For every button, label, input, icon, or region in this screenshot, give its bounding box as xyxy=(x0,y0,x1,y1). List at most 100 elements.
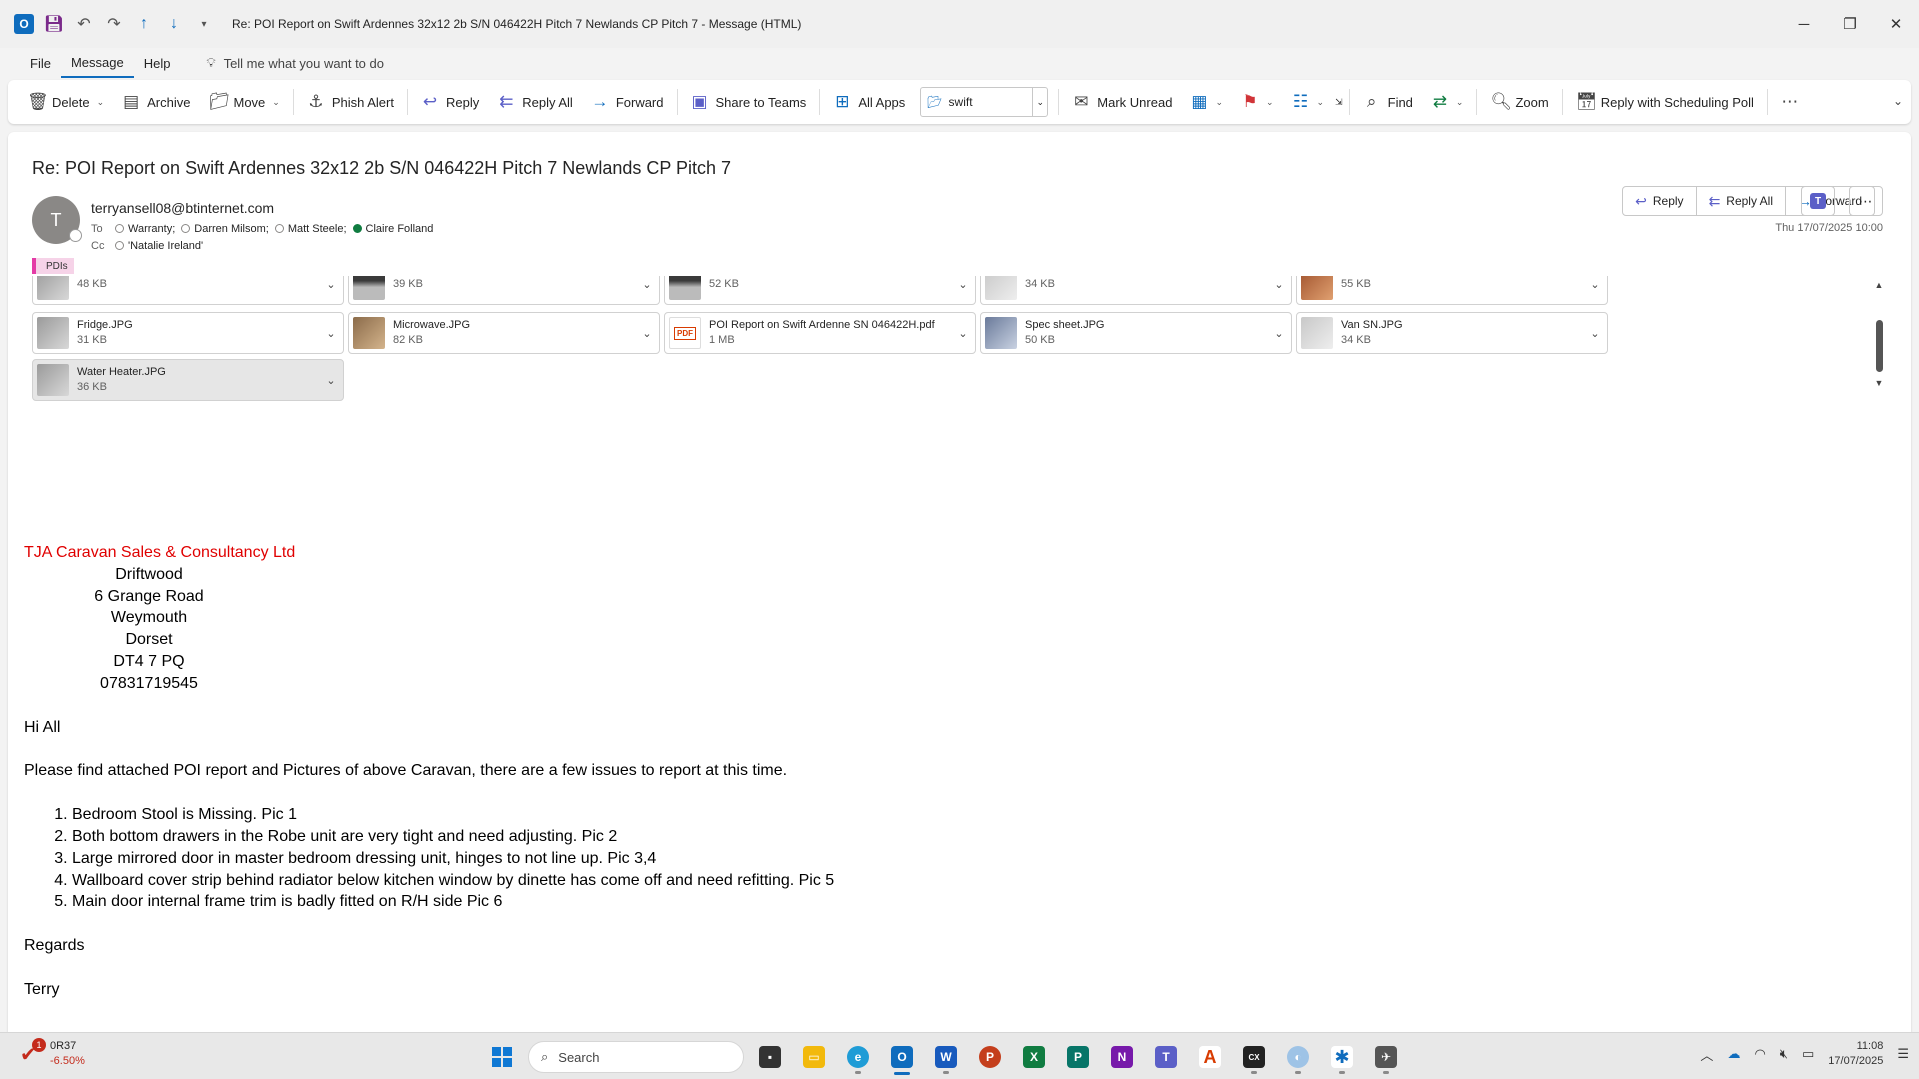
category-tag[interactable]: PDIs xyxy=(32,258,74,274)
taskbar-acrobat[interactable]: A xyxy=(1192,1039,1228,1075)
taskbar-terminal[interactable]: CX xyxy=(1236,1039,1272,1075)
more-actions-button[interactable]: ⋯ xyxy=(1849,186,1883,216)
taskbar-publisher[interactable]: P xyxy=(1060,1039,1096,1075)
attachment-spec-sheet[interactable]: Spec sheet.JPG 50 KB ⌄ xyxy=(980,312,1292,354)
menu-message[interactable]: Message xyxy=(60,49,134,78)
taskbar-onenote[interactable]: N xyxy=(1104,1039,1140,1075)
reply-button[interactable]: ↩ Reply xyxy=(412,86,488,118)
taskbar-browser[interactable]: ◐ xyxy=(1280,1039,1316,1075)
phish-alert-button[interactable]: ⚓︎ Phish Alert xyxy=(298,86,403,118)
taskbar-search[interactable]: ⌕ Search xyxy=(528,1041,744,1073)
categorize-button[interactable]: ▦ ⌄ xyxy=(1181,86,1232,118)
follow-up-button[interactable]: ⚑ ⌄ xyxy=(1232,86,1283,118)
translate-button[interactable]: ⇄ ⌄ xyxy=(1422,86,1473,118)
all-apps-button[interactable]: ⊞ All Apps xyxy=(824,86,914,118)
clock[interactable]: 11:08 17/07/2025 xyxy=(1828,1039,1883,1069)
sender-address[interactable]: terryansell08@btinternet.com xyxy=(91,200,274,216)
more-commands-button[interactable]: ⋯ xyxy=(1772,86,1808,118)
customize-toolbar-icon[interactable]: ▾ xyxy=(194,14,214,34)
chevron-down-icon[interactable]: ⌄ xyxy=(951,327,975,340)
taskbar-word[interactable]: W xyxy=(928,1039,964,1075)
recipient[interactable]: Warranty; xyxy=(115,223,175,235)
taskbar-app-tool[interactable]: ✱ xyxy=(1324,1039,1360,1075)
chevron-down-icon[interactable]: ⌄ xyxy=(1267,327,1291,340)
close-button[interactable]: ✕ xyxy=(1873,0,1919,48)
scrollbar-thumb[interactable] xyxy=(1875,320,1883,372)
start-button[interactable] xyxy=(484,1039,520,1075)
chevron-down-icon[interactable]: ⌄ xyxy=(1583,278,1607,291)
recipient[interactable]: Matt Steele; xyxy=(274,223,347,235)
avatar[interactable]: T xyxy=(32,196,82,244)
pane-reply-button[interactable]: ↩ Reply xyxy=(1623,187,1697,215)
chevron-down-icon[interactable]: ⌄ xyxy=(635,327,659,340)
quick-steps-box[interactable]: 📂︎ swift ⌄ xyxy=(920,87,1049,117)
rules-button[interactable]: ☷ ⌄ xyxy=(1283,86,1334,118)
move-button[interactable]: 📁︎ Move ⌄ xyxy=(199,86,288,118)
menu-help[interactable]: Help xyxy=(134,50,181,77)
chevron-down-icon[interactable]: ⌄ xyxy=(319,374,343,387)
taskbar-file-explorer[interactable]: ▭ xyxy=(796,1039,832,1075)
dialog-launcher[interactable]: ⇲ xyxy=(1333,86,1345,118)
forward-button[interactable]: → Forward xyxy=(582,86,673,118)
taskbar-outlook[interactable]: O xyxy=(884,1039,920,1075)
attachment[interactable]: 55 KB ⌄ xyxy=(1296,276,1608,305)
wifi-icon[interactable]: ◠ xyxy=(1754,1046,1765,1062)
attachment-water-heater[interactable]: Water Heater.JPG 36 KB ⌄ xyxy=(32,359,344,401)
undo-icon[interactable]: ↶ xyxy=(74,14,94,34)
onedrive-icon[interactable]: ☁ xyxy=(1727,1046,1740,1062)
taskbar-app-misc[interactable]: ✈ xyxy=(1368,1039,1404,1075)
taskbar-task-view[interactable]: ▪ xyxy=(752,1039,788,1075)
zoom-button[interactable]: 🔍︎ Zoom xyxy=(1481,86,1557,118)
taskbar-edge[interactable]: e xyxy=(840,1039,876,1075)
chevron-down-icon[interactable]: ⌄ xyxy=(951,278,975,291)
share-to-teams-button[interactable]: ▣ Share to Teams xyxy=(682,86,816,118)
chevron-down-icon[interactable]: ⌄ xyxy=(1583,327,1607,340)
reply-all-button[interactable]: ⇇ Reply All xyxy=(488,86,582,118)
menu-file[interactable]: File xyxy=(20,50,61,77)
chevron-down-icon[interactable]: ⌄ xyxy=(319,327,343,340)
save-icon[interactable]: 💾︎ xyxy=(44,14,64,34)
pane-reply-all-button[interactable]: ⇇ Reply All xyxy=(1697,187,1786,215)
recipient[interactable]: 'Natalie Ireland' xyxy=(115,240,203,252)
next-item-icon[interactable]: ↓ xyxy=(164,14,184,34)
taskbar-powerpoint[interactable]: P xyxy=(972,1039,1008,1075)
attachment[interactable]: 52 KB ⌄ xyxy=(664,276,976,305)
find-button[interactable]: ⌕ Find xyxy=(1354,86,1422,118)
stock-widget[interactable]: ✔ 1 0R37 -6.50% xyxy=(20,1038,85,1069)
recipient[interactable]: Claire Folland xyxy=(352,223,433,235)
attachments-scrollbar[interactable]: ▲ ▼ xyxy=(1873,280,1885,390)
volume-muted-icon[interactable]: 🔇︎ xyxy=(1780,1046,1788,1062)
previous-item-icon[interactable]: ↑ xyxy=(134,14,154,34)
battery-icon[interactable]: ▭ xyxy=(1802,1046,1814,1062)
taskbar-excel[interactable]: X xyxy=(1016,1039,1052,1075)
chevron-down-icon[interactable]: ⌄ xyxy=(319,278,343,291)
attachment[interactable]: 34 KB ⌄ xyxy=(980,276,1292,305)
delete-button[interactable]: 🗑︎ Delete ⌄ xyxy=(18,86,113,118)
attachment[interactable]: 48 KB ⌄ xyxy=(32,276,344,305)
chevron-down-icon[interactable]: ⌄ xyxy=(635,278,659,291)
chevron-down-icon[interactable]: ⌄ xyxy=(97,97,105,108)
attachment-microwave[interactable]: Microwave.JPG 82 KB ⌄ xyxy=(348,312,660,354)
minimize-button[interactable]: ─ xyxy=(1781,0,1827,48)
tray-overflow-icon[interactable]: ︿ xyxy=(1700,1045,1713,1064)
attachment[interactable]: 39 KB ⌄ xyxy=(348,276,660,305)
quick-steps-dropdown[interactable]: ⌄ xyxy=(1033,97,1047,108)
tell-me-search[interactable]: 💡︎ Tell me what you want to do xyxy=(206,55,384,71)
archive-button[interactable]: ▤ Archive xyxy=(113,86,199,118)
attachment-poi-report-pdf[interactable]: PDF POI Report on Swift Ardenne SN 046422… xyxy=(664,312,976,354)
scroll-down-icon[interactable]: ▼ xyxy=(1873,378,1885,388)
chevron-down-icon[interactable]: ⌄ xyxy=(1893,94,1903,108)
attachment-thumbnail xyxy=(37,364,69,396)
taskbar-teams[interactable]: T xyxy=(1148,1039,1184,1075)
mark-unread-button[interactable]: ✉ Mark Unread xyxy=(1063,86,1181,118)
attachment-fridge[interactable]: Fridge.JPG 31 KB ⌄ xyxy=(32,312,344,354)
reply-scheduling-poll-button[interactable]: 📅︎ Reply with Scheduling Poll xyxy=(1567,86,1763,118)
attachment-van-sn[interactable]: Van SN.JPG 34 KB ⌄ xyxy=(1296,312,1608,354)
chevron-down-icon[interactable]: ⌄ xyxy=(1267,278,1291,291)
recipient[interactable]: Darren Milsom; xyxy=(181,223,269,235)
notifications-icon[interactable]: ☰ xyxy=(1897,1046,1909,1062)
restore-button[interactable]: ❐ xyxy=(1827,0,1873,48)
scroll-up-icon[interactable]: ▲ xyxy=(1873,280,1885,290)
redo-icon[interactable]: ↷ xyxy=(104,14,124,34)
teams-button[interactable]: T xyxy=(1801,186,1835,216)
